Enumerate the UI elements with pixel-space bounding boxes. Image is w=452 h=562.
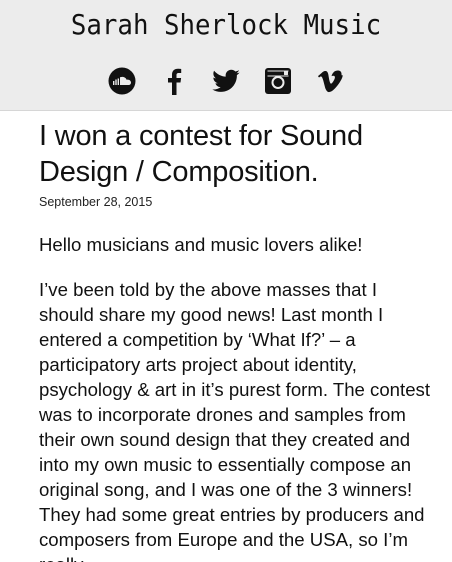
post-body: Hello musicians and music lovers alike! … bbox=[39, 232, 430, 562]
twitter-icon[interactable] bbox=[209, 64, 243, 98]
soundcloud-icon[interactable] bbox=[105, 64, 139, 98]
post-title[interactable]: I won a contest for Sound Design / Compo… bbox=[39, 118, 430, 190]
social-links bbox=[0, 64, 452, 98]
facebook-icon[interactable] bbox=[157, 64, 191, 98]
vimeo-icon[interactable] bbox=[313, 64, 347, 98]
instagram-icon[interactable] bbox=[261, 64, 295, 98]
post: I won a contest for Sound Design / Compo… bbox=[0, 118, 452, 562]
post-paragraph: I’ve been told by the above masses that … bbox=[39, 279, 430, 562]
post-paragraph: Hello musicians and music lovers alike! bbox=[39, 234, 363, 255]
site-title[interactable]: Sarah Sherlock Music bbox=[18, 8, 434, 41]
site-header: Sarah Sherlock Music bbox=[0, 0, 452, 111]
post-date: September 28, 2015 bbox=[39, 195, 153, 209]
